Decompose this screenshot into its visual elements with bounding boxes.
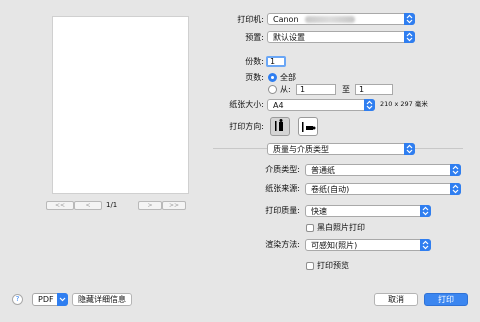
grayscale-label: 黑白照片打印 (317, 223, 365, 232)
pages-from-radio[interactable] (268, 85, 277, 94)
updown-arrows-icon (420, 239, 431, 251)
presets-label: 预置: (245, 33, 264, 42)
printer-label: 打印机: (237, 15, 264, 24)
pages-from-label: 从: (280, 85, 291, 94)
pages-from-value: 1 (300, 85, 306, 94)
paper-source-popup[interactable]: 卷纸(自动) (305, 183, 461, 195)
pages-label: 页数: (245, 73, 264, 82)
page-indicator: 1/1 (106, 201, 118, 209)
updown-arrows-icon (450, 183, 461, 195)
updown-arrows-icon (404, 143, 415, 155)
print-button[interactable]: 打印 (424, 293, 468, 306)
print-preview-checkbox[interactable] (306, 262, 314, 270)
media-type-value: 普通纸 (311, 166, 335, 175)
pages-to-field[interactable]: 1 (355, 84, 393, 95)
page-preview (52, 16, 189, 194)
paper-size-popup[interactable]: A4 (267, 99, 375, 111)
printer-value: Canon (273, 15, 299, 24)
rendering-value: 可感知(照片) (311, 241, 358, 250)
copies-field[interactable]: 1 (266, 56, 286, 67)
paper-size-label: 纸张大小: (229, 100, 264, 109)
section-value: 质量与介质类型 (273, 145, 329, 154)
print-quality-popup[interactable]: 快速 (305, 205, 431, 217)
paper-dimensions: 210 x 297 毫米 (380, 100, 428, 108)
landscape-orientation-icon (302, 122, 316, 132)
printer-popup[interactable]: Canon (267, 13, 415, 25)
chevron-down-icon (57, 293, 68, 306)
portrait-orientation-icon (275, 119, 283, 131)
pages-from-field[interactable]: 1 (296, 84, 336, 95)
paper-source-value: 卷纸(自动) (311, 185, 350, 194)
updown-arrows-icon (404, 13, 415, 25)
help-button[interactable]: ? (12, 294, 23, 305)
printer-model-redacted (305, 16, 355, 23)
paper-size-value: A4 (273, 101, 284, 110)
pdf-label: PDF (38, 295, 54, 304)
landscape-button[interactable] (298, 117, 318, 136)
orientation-label: 打印方向: (229, 122, 264, 131)
updown-arrows-icon (404, 31, 415, 43)
last-page-button[interactable]: >> (162, 201, 186, 210)
updown-arrows-icon (450, 164, 461, 176)
copies-label: 份数: (245, 57, 264, 66)
pages-to-label: 至 (342, 85, 350, 94)
print-quality-value: 快速 (311, 207, 327, 216)
previous-page-button[interactable]: < (74, 201, 102, 210)
rendering-label: 渲染方法: (265, 240, 300, 249)
updown-arrows-icon (420, 205, 431, 217)
first-page-button[interactable]: << (46, 201, 74, 210)
portrait-button[interactable] (270, 117, 290, 136)
hide-details-button[interactable]: 隐藏详细信息 (72, 293, 132, 306)
print-quality-label: 打印质量: (265, 206, 300, 215)
pdf-menu-button[interactable]: PDF (32, 293, 68, 306)
rendering-popup[interactable]: 可感知(照片) (305, 239, 431, 251)
media-type-popup[interactable]: 普通纸 (305, 164, 461, 176)
updown-arrows-icon (364, 99, 375, 111)
presets-popup[interactable]: 默认设置 (267, 31, 415, 43)
next-page-button[interactable]: > (138, 201, 162, 210)
cancel-button[interactable]: 取消 (374, 293, 418, 306)
pages-all-radio[interactable] (268, 73, 277, 82)
media-type-label: 介质类型: (265, 165, 300, 174)
copies-value: 1 (270, 57, 276, 66)
presets-value: 默认设置 (273, 33, 305, 42)
paper-source-label: 纸张来源: (265, 184, 300, 193)
section-popup[interactable]: 质量与介质类型 (267, 143, 415, 155)
grayscale-checkbox[interactable] (306, 224, 314, 232)
pages-to-value: 1 (359, 85, 365, 94)
print-preview-label: 打印预览 (317, 261, 349, 270)
